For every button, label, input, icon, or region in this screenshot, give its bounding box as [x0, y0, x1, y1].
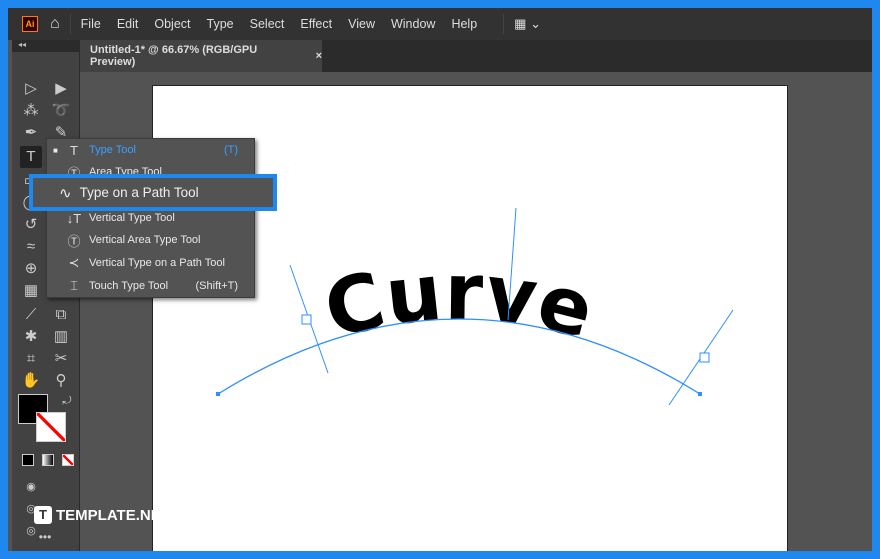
type-tools-flyout: ■ T Type Tool (T) Ⓣ Area Type Tool ↓T Vertica…	[46, 138, 255, 298]
type-tool-icon: T	[70, 142, 78, 158]
shortcut: (T)	[223, 144, 238, 156]
anchor-point-end	[698, 392, 702, 396]
watermark-text: TEMPLATE.NET	[56, 506, 170, 524]
label: Vertical Area Type Tool	[89, 234, 201, 246]
type-on-path-icon: ∿	[59, 184, 72, 202]
label: Touch Type Tool	[89, 280, 169, 292]
anchor-point-start	[216, 392, 220, 396]
label: Vertical Type Tool	[89, 212, 175, 224]
flyout-type-on-path-tool[interactable]: ∿ Type on a Path Tool	[29, 174, 277, 211]
watermark: T TEMPLATE.NET	[34, 506, 170, 524]
shortcut: (Shift+T)	[195, 280, 238, 292]
label: Vertical Type on a Path Tool	[89, 257, 225, 269]
flyout-touch-type-tool[interactable]: ⌶ Touch Type Tool (Shift+T)	[47, 275, 254, 297]
vertical-type-path-icon: ≺	[68, 255, 80, 270]
touch-type-icon: ⌶	[70, 278, 78, 293]
label: Type on a Path Tool	[79, 185, 199, 200]
anchor-handle-right	[699, 352, 710, 363]
curved-text: Curve	[316, 248, 602, 357]
flyout-vertical-type-on-path-tool[interactable]: ≺ Vertical Type on a Path Tool	[47, 252, 254, 274]
vertical-type-icon: ↓T	[66, 210, 82, 226]
flyout-vertical-area-type-tool[interactable]: Ⓣ Vertical Area Type Tool	[47, 229, 254, 251]
vertical-area-type-icon: Ⓣ	[67, 233, 81, 249]
label: Type Tool	[89, 144, 136, 156]
anchor-handle-left	[301, 314, 312, 325]
flyout-type-tool[interactable]: ■ T Type Tool (T)	[47, 139, 254, 161]
